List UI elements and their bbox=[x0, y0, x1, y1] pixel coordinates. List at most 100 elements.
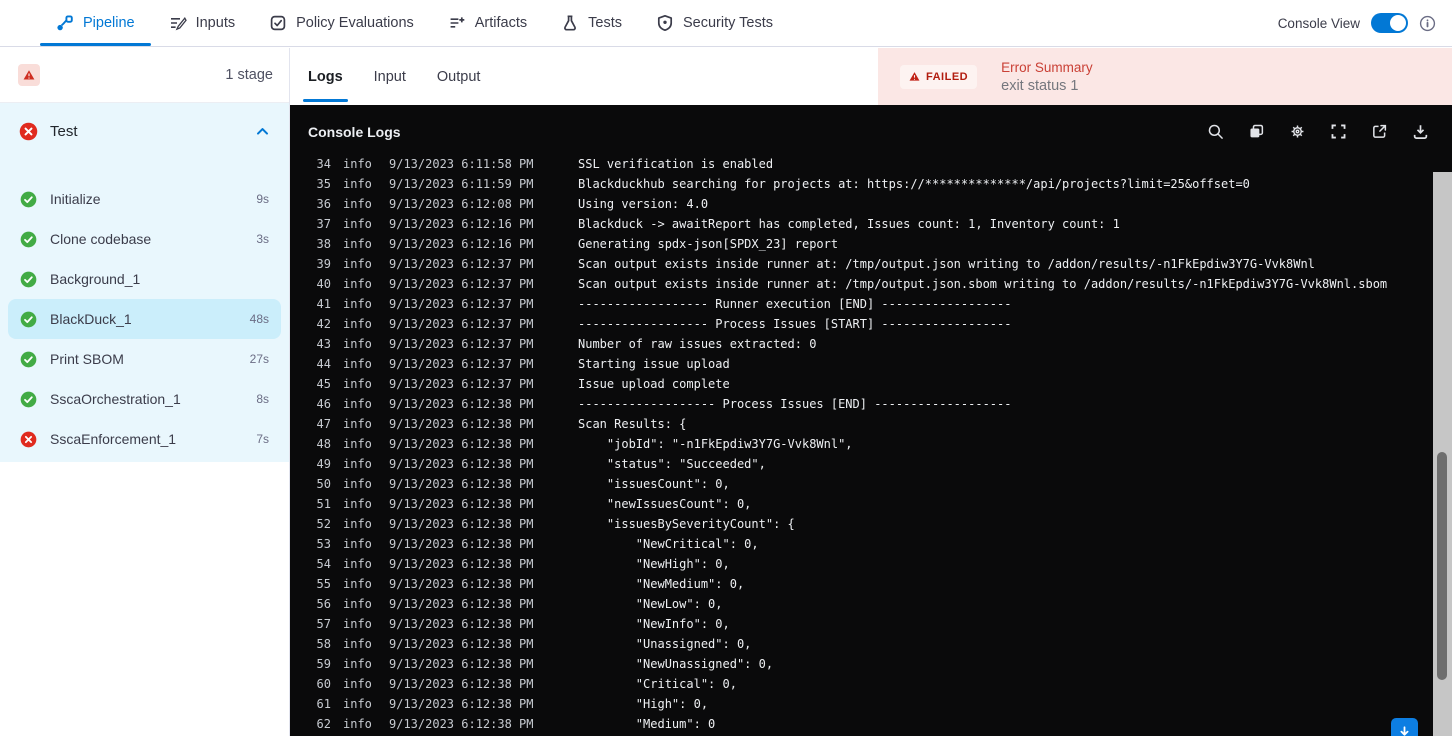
tab-pipeline[interactable]: Pipeline bbox=[40, 0, 151, 46]
log-line-44: 44 info 9/13/2023 6:12:37 PM Starting issue… bbox=[290, 354, 1452, 374]
log-line-number: 41 bbox=[316, 297, 331, 311]
log-message: "NewLow": 0, bbox=[578, 597, 723, 611]
step-label: Background_1 bbox=[50, 271, 141, 287]
tab-security-tests[interactable]: Security Tests bbox=[656, 0, 773, 46]
tab-logs[interactable]: Logs bbox=[303, 48, 348, 105]
log-line-41: 41 info 9/13/2023 6:12:37 PM --------------… bbox=[290, 294, 1452, 314]
log-line-58: 58 info 9/13/2023 6:12:38 PM "Unassigned":… bbox=[290, 634, 1452, 654]
log-line-57: 57 info 9/13/2023 6:12:38 PM "NewInfo": 0, bbox=[290, 614, 1452, 634]
tab-tests[interactable]: Tests bbox=[561, 0, 622, 46]
log-timestamp: 9/13/2023 6:12:38 PM bbox=[389, 397, 534, 411]
toggle-knob bbox=[1390, 15, 1406, 31]
step-blackduck-1[interactable]: BlackDuck_1 48s bbox=[8, 299, 281, 339]
step-sscaorchestration-1[interactable]: SscaOrchestration_1 8s bbox=[8, 379, 281, 419]
tab-label: Artifacts bbox=[474, 15, 528, 31]
step-label: Initialize bbox=[50, 191, 101, 207]
stage-failed-icon bbox=[19, 122, 38, 141]
tab-inputs[interactable]: Inputs bbox=[169, 0, 235, 46]
console-scrollbar-thumb[interactable] bbox=[1437, 452, 1447, 680]
scroll-to-bottom-button[interactable] bbox=[1391, 718, 1418, 736]
info-icon[interactable] bbox=[1419, 15, 1436, 32]
log-level: info bbox=[343, 437, 372, 451]
log-line-47: 47 info 9/13/2023 6:12:38 PM Scan Results: … bbox=[290, 414, 1452, 434]
chevron-up-icon[interactable] bbox=[255, 124, 270, 139]
log-message: "issuesCount": 0, bbox=[578, 477, 730, 491]
log-level: info bbox=[343, 317, 372, 331]
log-line-59: 59 info 9/13/2023 6:12:38 PM "NewUnassigne… bbox=[290, 654, 1452, 674]
log-timestamp: 9/13/2023 6:12:38 PM bbox=[389, 497, 534, 511]
log-message: "jobId": "-n1FkEpdiw3Y7G-Vvk8Wnl", bbox=[578, 437, 853, 451]
check-circle-icon bbox=[20, 231, 37, 248]
console-view-control: Console View bbox=[1278, 13, 1452, 33]
step-clone-codebase[interactable]: Clone codebase 3s bbox=[8, 219, 281, 259]
log-timestamp: 9/13/2023 6:12:16 PM bbox=[389, 237, 534, 251]
log-line-48: 48 info 9/13/2023 6:12:38 PM "jobId": "-n1… bbox=[290, 434, 1452, 454]
log-timestamp: 9/13/2023 6:12:08 PM bbox=[389, 197, 534, 211]
console-view-toggle[interactable] bbox=[1371, 13, 1408, 33]
log-message: "Medium": 0 bbox=[578, 717, 716, 731]
copy-icon[interactable] bbox=[1248, 123, 1265, 140]
error-summary-bar: FAILED Error Summary exit status 1 bbox=[878, 48, 1452, 105]
log-line-number: 44 bbox=[316, 357, 331, 371]
log-level: info bbox=[343, 557, 372, 571]
search-icon[interactable] bbox=[1207, 123, 1224, 140]
log-message: SSL verification is enabled bbox=[578, 158, 774, 171]
log-line-62: 62 info 9/13/2023 6:12:38 PM "Medium": 0 bbox=[290, 714, 1452, 734]
step-label: SscaEnforcement_1 bbox=[50, 431, 177, 447]
log-level: info bbox=[343, 397, 372, 411]
step-print-sbom[interactable]: Print SBOM 27s bbox=[8, 339, 281, 379]
step-initialize[interactable]: Initialize 9s bbox=[8, 179, 281, 219]
log-level: info bbox=[343, 717, 372, 731]
log-message: Starting issue upload bbox=[578, 357, 730, 371]
log-timestamp: 9/13/2023 6:12:38 PM bbox=[389, 557, 534, 571]
log-line-35: 35 info 9/13/2023 6:11:59 PM Blackduckhub s… bbox=[290, 174, 1452, 194]
log-line-51: 51 info 9/13/2023 6:12:38 PM "newIssuesCou… bbox=[290, 494, 1452, 514]
step-background-1[interactable]: Background_1 bbox=[8, 259, 281, 299]
console-title: Console Logs bbox=[308, 123, 401, 140]
log-level: info bbox=[343, 377, 372, 391]
log-level: info bbox=[343, 697, 372, 711]
log-message: "NewHigh": 0, bbox=[578, 557, 730, 571]
log-message: "Critical": 0, bbox=[578, 677, 737, 691]
tab-policy-evaluations[interactable]: Policy Evaluations bbox=[269, 0, 414, 46]
tab-artifacts[interactable]: Artifacts bbox=[448, 0, 527, 46]
error-summary-title: Error Summary bbox=[1001, 59, 1093, 75]
log-line-50: 50 info 9/13/2023 6:12:38 PM "issuesCount"… bbox=[290, 474, 1452, 494]
log-line-number: 49 bbox=[316, 457, 331, 471]
log-line-37: 37 info 9/13/2023 6:12:16 PM Blackduck -> a… bbox=[290, 214, 1452, 234]
settings-icon[interactable] bbox=[1289, 123, 1306, 140]
console-scrollbar-track[interactable] bbox=[1433, 172, 1452, 736]
policy-icon bbox=[269, 14, 287, 32]
download-icon[interactable] bbox=[1412, 123, 1429, 140]
log-level: info bbox=[343, 577, 372, 591]
tab-output[interactable]: Output bbox=[437, 48, 481, 105]
log-message: Scan output exists inside runner at: /tm… bbox=[578, 277, 1388, 291]
log-timestamp: 9/13/2023 6:12:38 PM bbox=[389, 697, 534, 711]
log-line-number: 50 bbox=[316, 477, 331, 491]
cross-circle-icon bbox=[20, 431, 37, 448]
log-timestamp: 9/13/2023 6:12:38 PM bbox=[389, 477, 534, 491]
log-tab-bar: Logs Input Output bbox=[290, 48, 878, 105]
stage-header[interactable]: Test bbox=[0, 103, 289, 159]
step-sscaenforcement-1[interactable]: SscaEnforcement_1 7s bbox=[8, 419, 281, 459]
tab-input[interactable]: Input bbox=[374, 48, 406, 105]
log-timestamp: 9/13/2023 6:12:38 PM bbox=[389, 597, 534, 611]
artifacts-icon bbox=[448, 14, 466, 32]
log-line-number: 35 bbox=[316, 177, 331, 191]
log-timestamp: 9/13/2023 6:11:58 PM bbox=[389, 158, 534, 171]
log-level: info bbox=[343, 637, 372, 651]
log-line-46: 46 info 9/13/2023 6:12:38 PM --------------… bbox=[290, 394, 1452, 414]
log-line-53: 53 info 9/13/2023 6:12:38 PM "NewCritical"… bbox=[290, 534, 1452, 554]
log-level: info bbox=[343, 357, 372, 371]
check-circle-icon bbox=[20, 311, 37, 328]
log-timestamp: 9/13/2023 6:11:59 PM bbox=[389, 177, 534, 191]
open-in-new-icon[interactable] bbox=[1371, 123, 1388, 140]
step-duration: 9s bbox=[256, 192, 269, 206]
log-line-60: 60 info 9/13/2023 6:12:38 PM "Critical": 0… bbox=[290, 674, 1452, 694]
fullscreen-icon[interactable] bbox=[1330, 123, 1347, 140]
log-line-number: 42 bbox=[316, 317, 331, 331]
log-line-number: 45 bbox=[316, 377, 331, 391]
log-line-number: 58 bbox=[316, 637, 331, 651]
pipeline-execution-page: Pipeline Inputs Policy Evaluations Artifact… bbox=[0, 0, 1452, 736]
log-level: info bbox=[343, 457, 372, 471]
